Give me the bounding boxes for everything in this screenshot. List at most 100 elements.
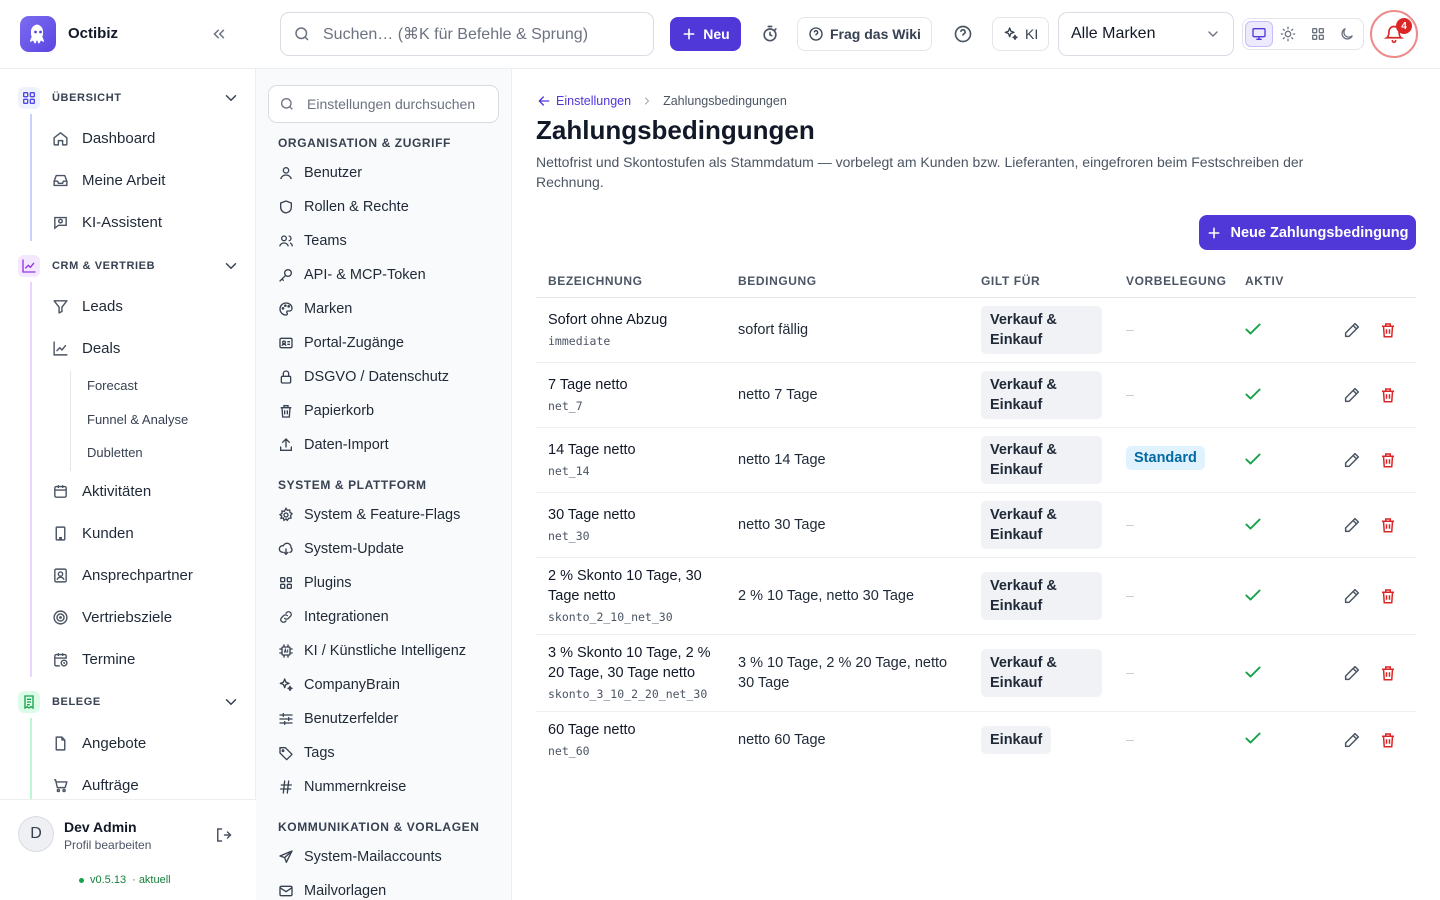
settings-group-organisation: ORGANISATION & ZUGRIFF xyxy=(278,136,451,150)
grid-icon[interactable] xyxy=(1304,21,1331,47)
main-sidebar: ÜBERSICHT Dashboard Meine Arbeit KI-Assi… xyxy=(0,69,256,900)
nav-dashboard[interactable]: Dashboard xyxy=(52,126,155,150)
timer-icon[interactable] xyxy=(760,24,780,44)
nav-forecast[interactable]: Forecast xyxy=(87,378,138,393)
settings-item-custom-fields[interactable]: Benutzerfelder xyxy=(278,709,398,729)
table-row[interactable]: 7 Tage netto net_7 netto 7 Tage Verkauf … xyxy=(536,363,1416,428)
table-row[interactable]: 2 % Skonto 10 Tage, 30 Tage netto skonto… xyxy=(536,558,1416,635)
section-documents-toggle[interactable]: BELEGE xyxy=(18,690,240,714)
column-header-condition[interactable]: BEDINGUNG xyxy=(738,274,817,288)
column-header-active[interactable]: AKTIV xyxy=(1245,274,1284,288)
nav-activities[interactable]: Aktivitäten xyxy=(52,479,151,503)
settings-item-roles[interactable]: Rollen & Rechte xyxy=(278,197,409,217)
nav-ai-assistant[interactable]: KI-Assistent xyxy=(52,210,162,234)
nav-deals[interactable]: Deals xyxy=(52,336,120,360)
edit-pencil-icon[interactable] xyxy=(1343,664,1361,682)
settings-item-system-update[interactable]: System-Update xyxy=(278,539,404,559)
settings-item-import[interactable]: Daten-Import xyxy=(278,435,389,455)
settings-item-ai[interactable]: KI / Künstliche Intelligenz xyxy=(278,641,466,661)
ask-wiki-button[interactable]: Frag das Wiki xyxy=(797,17,932,51)
settings-item-feature-flags[interactable]: System & Feature-Flags xyxy=(278,505,460,525)
settings-item-mail-accounts[interactable]: System-Mailaccounts xyxy=(278,847,442,867)
settings-item-plugins[interactable]: Plugins xyxy=(278,573,352,593)
help-icon[interactable] xyxy=(953,24,973,44)
delete-trash-icon[interactable] xyxy=(1379,731,1397,749)
breadcrumb-back-link[interactable]: Einstellungen xyxy=(536,93,631,109)
row-code: net_60 xyxy=(548,744,590,758)
row-name: 2 % Skonto 10 Tage, 30 Tage netto xyxy=(548,568,702,604)
brand-select[interactable]: Alle Marken xyxy=(1058,12,1234,56)
new-payment-term-button[interactable]: Neue Zahlungsbedingung xyxy=(1199,215,1416,250)
edit-pencil-icon[interactable] xyxy=(1343,321,1361,339)
nav-funnel-analysis[interactable]: Funnel & Analyse xyxy=(87,412,188,427)
delete-trash-icon[interactable] xyxy=(1379,321,1397,339)
link-icon xyxy=(280,611,292,623)
delete-trash-icon[interactable] xyxy=(1379,451,1397,469)
settings-item-tags[interactable]: Tags xyxy=(278,743,335,763)
moon-icon[interactable] xyxy=(1334,21,1361,47)
nav-quotes[interactable]: Angebote xyxy=(52,731,146,755)
settings-search-input[interactable]: Einstellungen durchsuchen xyxy=(268,85,499,123)
settings-item-label: System-Mailaccounts xyxy=(304,849,442,865)
default-badge: Standard xyxy=(1126,446,1205,470)
collapse-sidebar-icon[interactable] xyxy=(210,25,228,43)
settings-item-trash[interactable]: Papierkorb xyxy=(278,401,374,421)
profile-name[interactable]: Dev Admin xyxy=(64,819,137,835)
table-row[interactable]: 3 % Skonto 10 Tage, 2 % 20 Tage, 30 Tage… xyxy=(536,635,1416,712)
nav-customers[interactable]: Kunden xyxy=(52,521,134,545)
table-row[interactable]: 60 Tage netto net_60 netto 60 Tage Einka… xyxy=(536,712,1416,769)
edit-pencil-icon[interactable] xyxy=(1343,386,1361,404)
nav-sales-goals[interactable]: Vertriebsziele xyxy=(52,605,172,629)
edit-pencil-icon[interactable] xyxy=(1343,731,1361,749)
settings-item-companybrain[interactable]: CompanyBrain xyxy=(278,675,400,695)
avatar[interactable]: D xyxy=(18,816,54,852)
row-code: net_30 xyxy=(548,529,590,543)
settings-item-number-ranges[interactable]: Nummernkreise xyxy=(278,777,406,797)
edit-pencil-icon[interactable] xyxy=(1343,587,1361,605)
global-search-input[interactable]: Suchen… (⌘K für Befehle & Sprung) xyxy=(280,12,654,56)
section-overview-toggle[interactable]: ÜBERSICHT xyxy=(18,86,240,110)
settings-item-gdpr[interactable]: DSGVO / Datenschutz xyxy=(278,367,449,387)
nav-appointments[interactable]: Termine xyxy=(52,647,135,671)
settings-item-portal[interactable]: Portal-Zugänge xyxy=(278,333,404,353)
nav-leads[interactable]: Leads xyxy=(52,294,123,318)
edit-pencil-icon[interactable] xyxy=(1343,516,1361,534)
nav-duplicates[interactable]: Dubletten xyxy=(87,445,143,460)
row-default: – xyxy=(1126,587,1134,603)
column-header-scope[interactable]: GILT FÜR xyxy=(981,274,1040,288)
settings-item-teams[interactable]: Teams xyxy=(278,231,347,251)
notifications-count: 4 xyxy=(1396,18,1412,34)
desktop-mode-icon[interactable] xyxy=(1245,21,1273,47)
octibiz-logo-icon[interactable] xyxy=(20,16,56,52)
edit-profile-link[interactable]: Profil bearbeiten xyxy=(64,838,151,852)
table-row[interactable]: Sofort ohne Abzug immediate sofort fälli… xyxy=(536,298,1416,363)
logout-icon[interactable] xyxy=(214,826,232,844)
new-button[interactable]: Neu xyxy=(670,17,741,51)
ai-button[interactable]: KI xyxy=(992,17,1050,51)
nav-my-work[interactable]: Meine Arbeit xyxy=(52,168,165,192)
column-header-name[interactable]: BEZEICHNUNG xyxy=(548,274,643,288)
sun-icon[interactable] xyxy=(1275,21,1302,47)
settings-item-users[interactable]: Benutzer xyxy=(278,163,362,183)
row-scope: Verkauf & Einkauf xyxy=(981,572,1102,620)
table-row[interactable]: 14 Tage netto net_14 netto 14 Tage Verka… xyxy=(536,428,1416,493)
table-row[interactable]: 30 Tage netto net_30 netto 30 Tage Verka… xyxy=(536,493,1416,558)
settings-item-integrations[interactable]: Integrationen xyxy=(278,607,389,627)
nav-contacts[interactable]: Ansprechpartner xyxy=(52,563,193,587)
row-name-cell: 14 Tage netto net_14 xyxy=(548,440,723,478)
row-name: 14 Tage netto xyxy=(548,442,636,458)
delete-trash-icon[interactable] xyxy=(1379,664,1397,682)
notifications-button[interactable]: 4 xyxy=(1370,10,1418,58)
settings-item-mail-templates[interactable]: Mailvorlagen xyxy=(278,881,386,900)
delete-trash-icon[interactable] xyxy=(1379,386,1397,404)
delete-trash-icon[interactable] xyxy=(1379,587,1397,605)
settings-item-api-tokens[interactable]: API- & MCP-Token xyxy=(278,265,426,285)
settings-item-brands[interactable]: Marken xyxy=(278,299,352,319)
send-icon xyxy=(279,850,293,863)
nav-orders[interactable]: Aufträge xyxy=(52,773,139,797)
row-code: skonto_2_10_net_30 xyxy=(548,610,673,624)
delete-trash-icon[interactable] xyxy=(1379,516,1397,534)
edit-pencil-icon[interactable] xyxy=(1343,451,1361,469)
section-crm-toggle[interactable]: CRM & VERTRIEB xyxy=(18,254,240,278)
column-header-default[interactable]: VORBELEGUNG xyxy=(1126,274,1227,288)
